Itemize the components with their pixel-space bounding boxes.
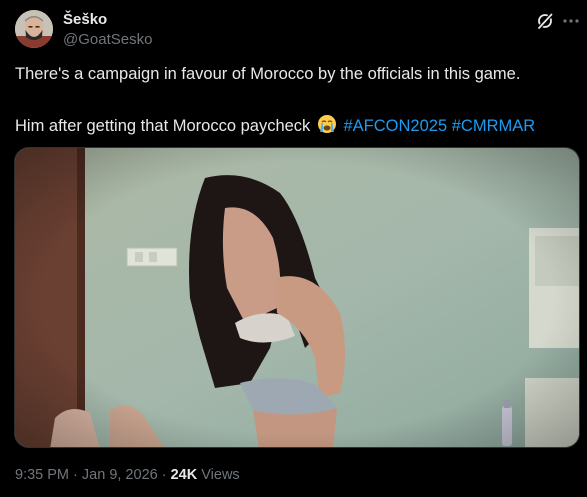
- tweet-text-line-1: There's a campaign in favour of Morocco …: [15, 65, 521, 83]
- tweet-media[interactable]: [14, 147, 580, 448]
- views-label: Views: [201, 467, 240, 483]
- author-display-name[interactable]: Šeško: [63, 11, 107, 28]
- meta-separator: ·: [73, 467, 78, 483]
- media-photo: [15, 148, 579, 447]
- tweet-text-line-2: Him after getting that Morocco paycheck …: [15, 114, 575, 136]
- views-count: 24K: [170, 467, 198, 483]
- author-handle[interactable]: @GoatSesko: [63, 31, 152, 48]
- avatar[interactable]: [15, 10, 53, 48]
- tweet-text-line-2-text: Him after getting that Morocco paycheck: [15, 117, 311, 135]
- more-options-icon[interactable]: [561, 12, 581, 30]
- hashtag-afcon2025[interactable]: #AFCON2025: [344, 117, 448, 135]
- grok-icon[interactable]: [536, 12, 554, 30]
- loudly-crying-face-icon: [317, 115, 336, 133]
- tweet-date[interactable]: Jan 9, 2026: [82, 467, 158, 483]
- tweet-meta: 9:35 PM · Jan 9, 2026 · 24K Views: [15, 467, 240, 483]
- avatar-image: [15, 10, 53, 48]
- tweet-time[interactable]: 9:35 PM: [15, 467, 69, 483]
- hashtag-cmrmar[interactable]: #CMRMAR: [452, 117, 535, 135]
- tweet-text: There's a campaign in favour of Morocco …: [15, 64, 575, 136]
- meta-separator: ·: [161, 467, 167, 483]
